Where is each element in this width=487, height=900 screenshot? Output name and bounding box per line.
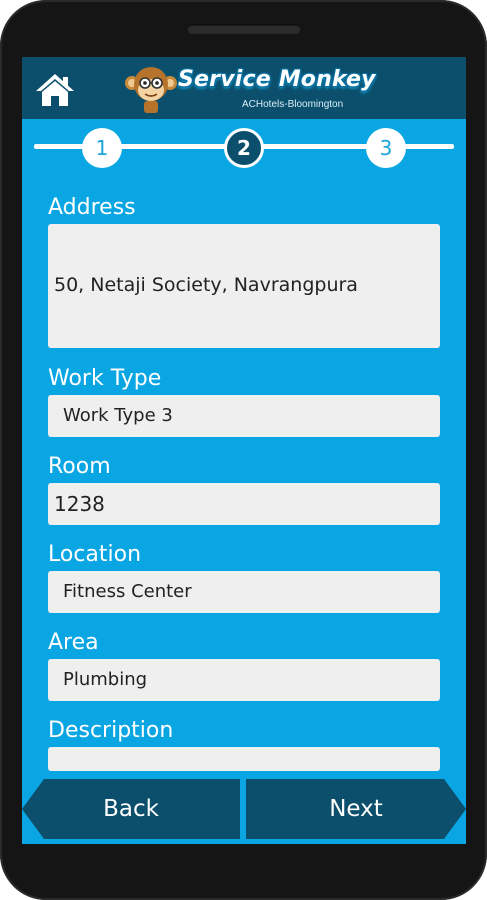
app-bar: Service Monkey ACHotels-Bloomington bbox=[22, 57, 466, 119]
next-button[interactable]: Next bbox=[246, 779, 466, 839]
home-icon bbox=[36, 74, 74, 106]
room-label: Room bbox=[48, 454, 111, 479]
app-name: Service Monkey bbox=[178, 67, 376, 92]
step-1: 1 bbox=[82, 128, 122, 168]
bottom-nav: Back Next bbox=[22, 779, 466, 839]
progress-stepper: 1 2 3 bbox=[22, 119, 466, 169]
work-type-label: Work Type bbox=[48, 366, 162, 391]
address-field[interactable]: 50, Netaji Society, Navrangpura bbox=[48, 224, 440, 348]
service-monkey-logo: Service Monkey ACHotels-Bloomington bbox=[122, 63, 382, 115]
app-screen: Service Monkey ACHotels-Bloomington 1 2 … bbox=[22, 57, 466, 844]
monkey-logo-icon bbox=[125, 67, 177, 113]
area-label: Area bbox=[48, 630, 99, 655]
room-field[interactable]: 1238 bbox=[48, 483, 440, 525]
description-label: Description bbox=[48, 718, 174, 743]
location-select[interactable]: Fitness Center bbox=[48, 571, 440, 613]
location-label: Location bbox=[48, 542, 142, 567]
area-select[interactable]: Plumbing bbox=[48, 659, 440, 701]
address-label: Address bbox=[48, 195, 136, 220]
step-2-current: 2 bbox=[224, 128, 264, 168]
hotel-name: ACHotels-Bloomington bbox=[242, 99, 344, 110]
step-3: 3 bbox=[366, 128, 406, 168]
home-button[interactable] bbox=[34, 72, 76, 108]
back-button[interactable]: Back bbox=[22, 779, 240, 839]
phone-speaker bbox=[187, 24, 301, 34]
work-type-select[interactable]: Work Type 3 bbox=[48, 395, 440, 437]
description-field[interactable] bbox=[48, 747, 440, 771]
phone-frame: Service Monkey ACHotels-Bloomington 1 2 … bbox=[0, 0, 487, 900]
